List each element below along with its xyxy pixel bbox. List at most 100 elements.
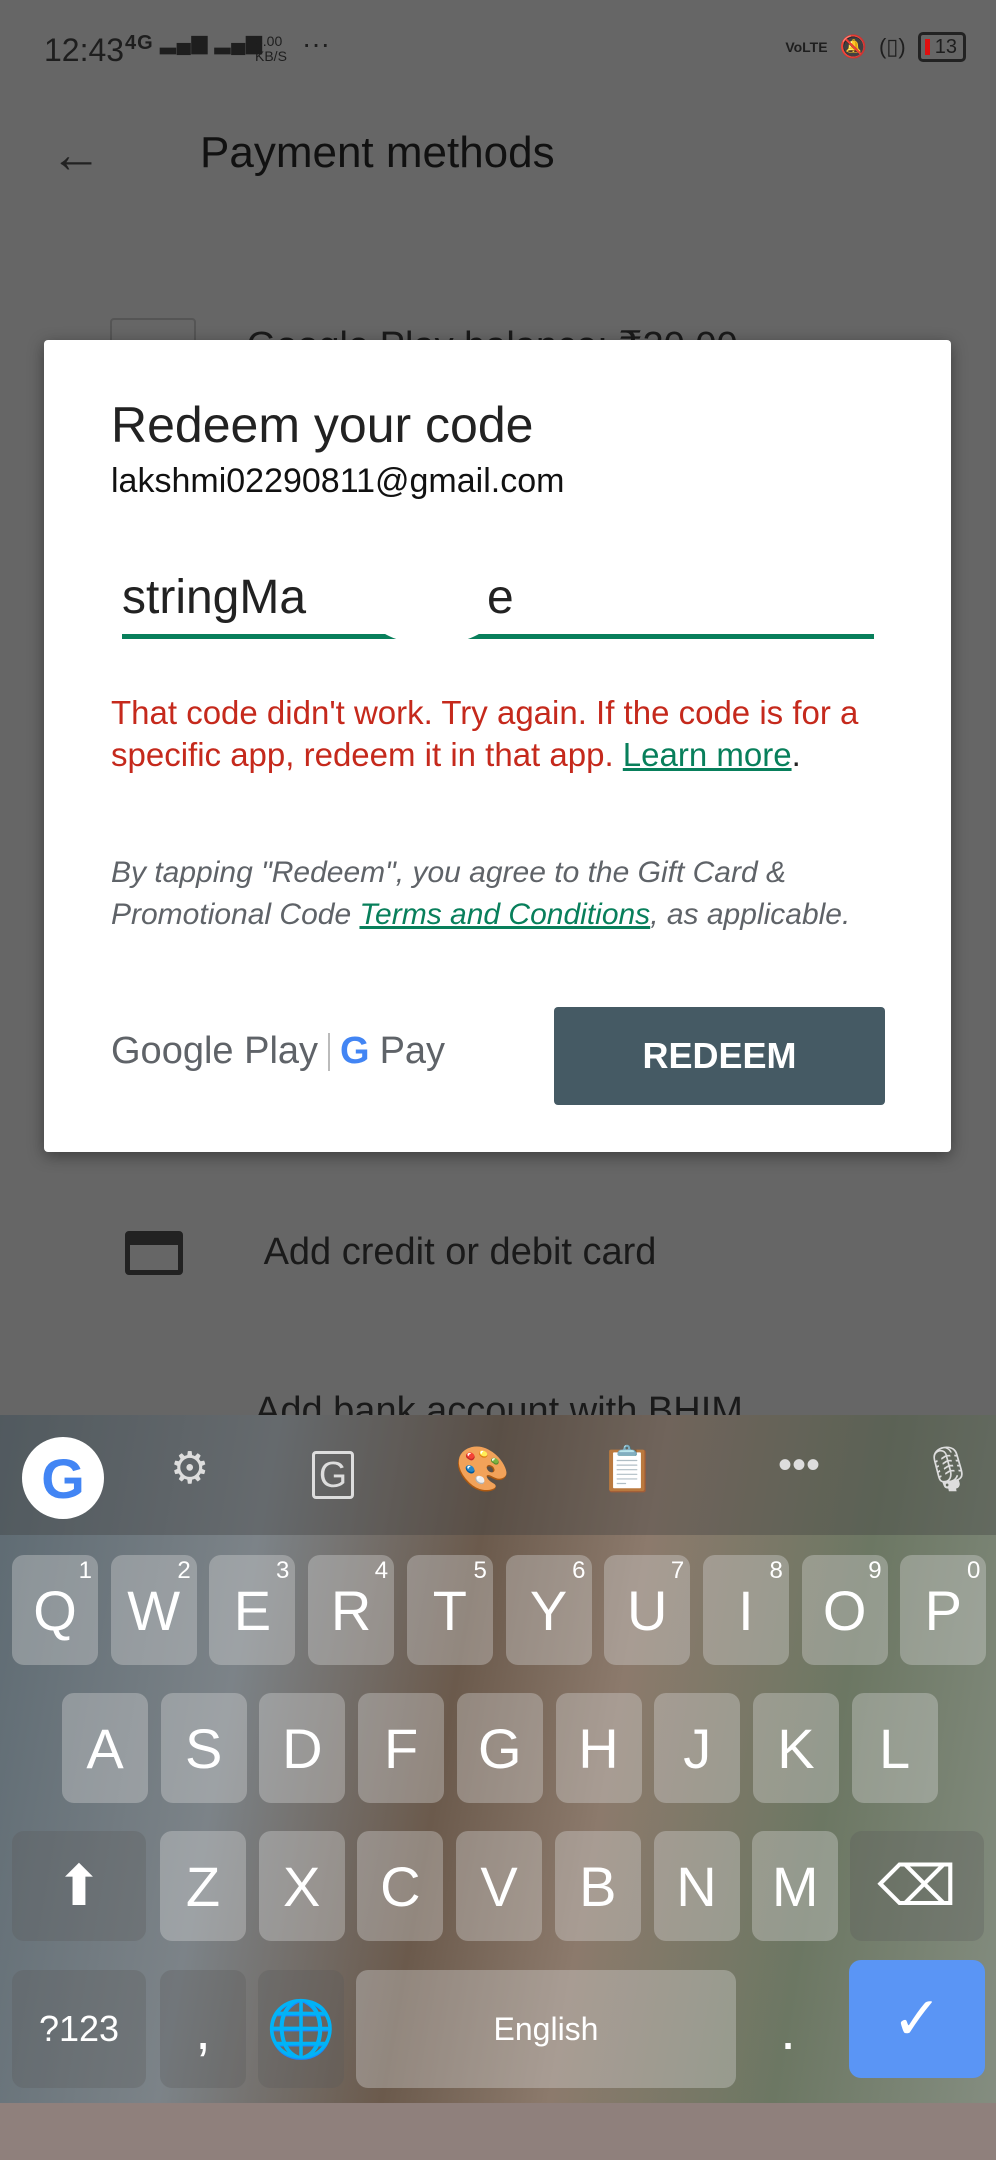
key-label: B [579, 1854, 617, 1918]
redeem-button[interactable]: REDEEM [554, 1007, 885, 1105]
back-arrow-icon[interactable]: ← [50, 125, 102, 185]
key-i[interactable]: I8 [702, 1555, 789, 1665]
key-label: R [330, 1578, 372, 1642]
microphone-icon[interactable]: 🎙 [920, 1443, 976, 1495]
key-label: P [924, 1578, 962, 1642]
key-label: X [283, 1854, 321, 1918]
key-f[interactable]: F [358, 1693, 445, 1803]
key-hint: 1 [78, 1557, 92, 1584]
key-label: L [879, 1716, 911, 1780]
key-t[interactable]: T5 [406, 1555, 493, 1665]
globe-icon[interactable]: 🌐 [258, 1970, 344, 2088]
terms-link[interactable]: Terms and Conditions [359, 898, 650, 931]
key-hint: 3 [276, 1557, 290, 1584]
bell-muted-icon: 🔕 [839, 34, 867, 59]
key-v[interactable]: V [456, 1831, 543, 1941]
key-hint: 6 [572, 1557, 586, 1584]
key-h[interactable]: H [555, 1693, 642, 1803]
key-label: A [86, 1716, 124, 1780]
clipboard-icon[interactable]: 📋 [600, 1443, 655, 1495]
navigation-bar [0, 2103, 996, 2160]
vibrate-icon: (▯) [878, 34, 906, 59]
key-label: Y [529, 1578, 568, 1642]
key-label: D [282, 1716, 323, 1780]
signal-icon: 4G ▂▄▆ ▂▄▆ [125, 32, 263, 54]
learn-more-link[interactable]: Learn more [623, 736, 792, 773]
settings-gear-icon[interactable]: ⚙ [170, 1443, 209, 1494]
key-label: S [185, 1716, 223, 1780]
key-c[interactable]: C [357, 1831, 444, 1941]
page-title: Payment methods [200, 128, 555, 177]
key-e[interactable]: E3 [209, 1555, 296, 1665]
error-message: That code didn't work. Try again. If the… [111, 694, 859, 773]
input-glitch [362, 560, 502, 645]
key-label: E [233, 1578, 272, 1642]
more-options-icon[interactable]: ••• [778, 1443, 820, 1488]
key-hint: 4 [374, 1557, 389, 1584]
key-a[interactable]: A [62, 1693, 148, 1803]
key-label: F [383, 1716, 419, 1780]
key-g[interactable]: G [456, 1693, 543, 1803]
key-label: C [380, 1854, 421, 1918]
key-d[interactable]: D [259, 1693, 346, 1803]
keyboard: G ⚙ G 🎨 📋 ••• 🎙 Q1W2E3R4T5Y6U7I8O9P0ASDF… [0, 1415, 996, 2103]
key-hint: 9 [868, 1557, 882, 1584]
key-o[interactable]: O9 [801, 1555, 888, 1665]
key-j[interactable]: J [654, 1693, 741, 1803]
key-k[interactable]: K [752, 1693, 839, 1803]
key-hint: 5 [473, 1557, 487, 1584]
key-y[interactable]: Y6 [505, 1555, 592, 1665]
key-z[interactable]: Z [160, 1831, 246, 1941]
credit-card-icon [125, 1230, 183, 1275]
key-hint: 7 [670, 1557, 685, 1584]
backspace-key[interactable]: ⌫ [850, 1831, 984, 1941]
network-type: 4G [125, 32, 154, 54]
dialog-title: Redeem your code [111, 397, 534, 453]
code-value-end: e [487, 571, 514, 624]
key-label: M [771, 1854, 819, 1918]
key-n[interactable]: N [653, 1831, 740, 1941]
google-play-logo: Google Play [111, 1030, 319, 1072]
key-m[interactable]: M [752, 1831, 839, 1941]
clock: 12:43 [44, 32, 125, 68]
key-label: U [626, 1578, 668, 1642]
key-hint: 2 [177, 1557, 191, 1584]
account-email: lakshmi02290811@gmail.com [111, 462, 565, 500]
key-b[interactable]: B [554, 1831, 641, 1941]
key-label: N [676, 1854, 717, 1918]
translate-icon[interactable]: G [312, 1451, 355, 1499]
code-value-start: stringMa [122, 571, 307, 624]
key-p[interactable]: P0 [900, 1555, 987, 1665]
space-key[interactable]: English [356, 1970, 736, 2088]
key-label: K [777, 1716, 815, 1780]
add-card-item[interactable]: Add credit or debit card [125, 1230, 656, 1275]
key-label: I [738, 1578, 754, 1642]
logo-divider [328, 1032, 331, 1071]
shift-key[interactable]: ⬆ [12, 1831, 146, 1941]
key-s[interactable]: S [160, 1693, 247, 1803]
volte-icon: VoLTE [785, 39, 828, 55]
key-label: Q [33, 1578, 77, 1642]
google-search-icon[interactable]: G [22, 1437, 104, 1519]
network-speed: 3.00 KB/S [255, 34, 287, 64]
key-x[interactable]: X [258, 1831, 345, 1941]
key-r[interactable]: R4 [308, 1555, 395, 1665]
input-underline [122, 634, 874, 639]
terms-suffix: , as applicable. [650, 898, 851, 931]
google-g-icon: G [340, 1030, 370, 1072]
period-key[interactable]: . [745, 1970, 831, 2088]
code-input[interactable]: stringMa e [122, 560, 874, 645]
symbols-key[interactable]: ?123 [12, 1970, 146, 2088]
key-l[interactable]: L [851, 1693, 938, 1803]
enter-check-key[interactable]: ✓ [849, 1960, 985, 2078]
key-q[interactable]: Q1 [12, 1555, 98, 1665]
battery-icon: 13 [917, 32, 966, 62]
key-u[interactable]: U7 [604, 1555, 691, 1665]
key-hint: 0 [966, 1557, 981, 1584]
key-label: Z [185, 1854, 221, 1918]
key-w[interactable]: W2 [110, 1555, 197, 1665]
palette-icon[interactable]: 🎨 [455, 1443, 510, 1495]
key-label: W [127, 1578, 181, 1642]
comma-key[interactable]: , [160, 1970, 246, 2088]
key-hint: 8 [769, 1557, 783, 1584]
